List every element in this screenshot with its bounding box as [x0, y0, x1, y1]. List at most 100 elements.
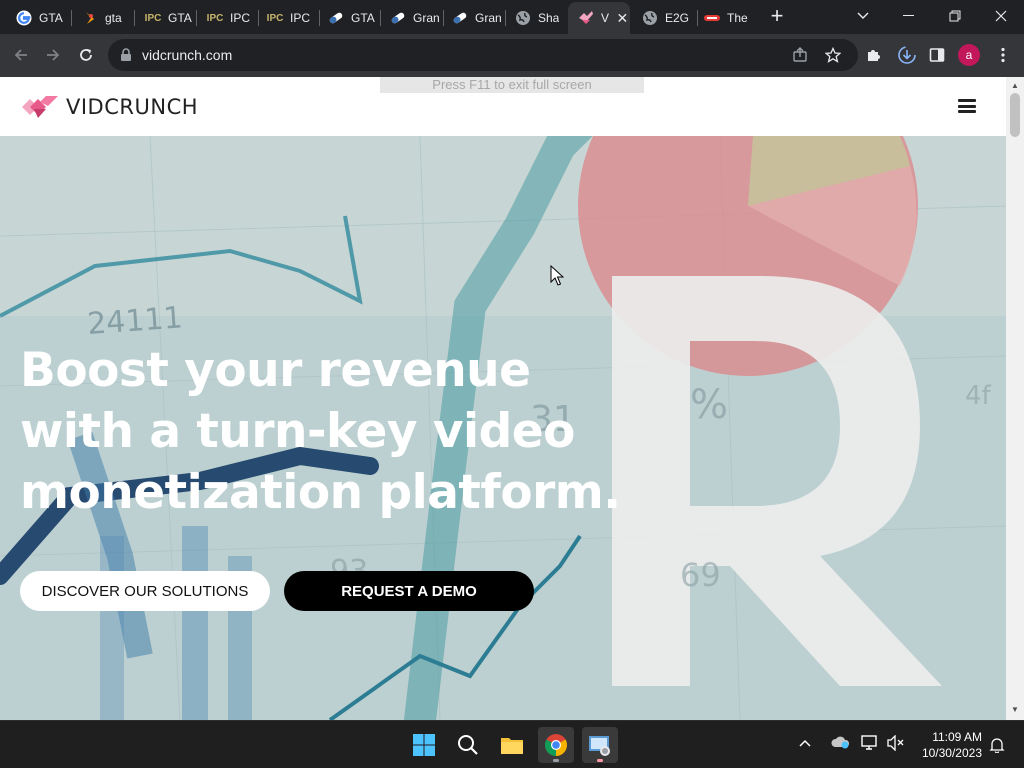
- site-logo[interactable]: VIDCRUNCH: [22, 94, 198, 120]
- start-button[interactable]: [406, 727, 442, 763]
- volume-muted-icon: [887, 734, 904, 752]
- tab-4[interactable]: IPC IPC: [197, 4, 255, 32]
- scroll-down-arrow-icon[interactable]: ▼: [1011, 705, 1019, 714]
- tab-title: E2G: [665, 11, 690, 25]
- pill-icon: [328, 10, 344, 26]
- lock-icon[interactable]: [120, 48, 132, 62]
- tab-search-button[interactable]: [840, 0, 886, 32]
- tab-title: GTA: [39, 11, 63, 25]
- discover-solutions-button[interactable]: DISCOVER OUR SOLUTIONS: [20, 571, 270, 611]
- tab-3[interactable]: IPC GTA: [135, 4, 193, 32]
- arrow-right-icon: [47, 49, 60, 61]
- hero-headline: Boost your revenue with a turn-key video…: [20, 340, 640, 523]
- tab-title: Gran: [475, 11, 502, 25]
- onedrive-tray-button[interactable]: [830, 735, 850, 754]
- menu-button[interactable]: [988, 40, 1018, 70]
- headline-line-2: with a turn-key video: [20, 404, 575, 459]
- tab-title: V: [601, 11, 610, 25]
- scrollbar-thumb[interactable]: [1010, 93, 1020, 137]
- tab-title: Gran: [413, 11, 440, 25]
- gta-icon: [82, 10, 98, 26]
- bookmark-star-icon[interactable]: [825, 47, 841, 63]
- restore-button[interactable]: [932, 0, 978, 32]
- search-button[interactable]: [450, 727, 486, 763]
- page-scrollbar[interactable]: ▲ ▼: [1006, 77, 1024, 720]
- side-panel-button[interactable]: [922, 40, 952, 70]
- clock-time: 11:09 AM: [932, 730, 982, 744]
- tab-title: Sha: [538, 11, 560, 25]
- tab-title: IPC: [290, 11, 311, 25]
- chrome-icon: [545, 734, 567, 756]
- reload-button[interactable]: [71, 40, 101, 70]
- tab-11[interactable]: E2G: [632, 4, 694, 32]
- tab-title: GTA: [351, 11, 375, 25]
- hamburger-menu-icon[interactable]: [958, 99, 976, 113]
- pill-icon: [390, 10, 406, 26]
- close-window-button[interactable]: [978, 0, 1024, 32]
- back-button[interactable]: [6, 40, 36, 70]
- bg-percent: %: [690, 382, 728, 428]
- arrow-left-icon: [14, 49, 27, 61]
- tab-8[interactable]: Gran: [442, 4, 502, 32]
- profile-avatar[interactable]: a: [958, 44, 980, 66]
- show-hidden-icons-button[interactable]: [798, 735, 812, 753]
- tab-title: IPC: [230, 11, 251, 25]
- tab-12[interactable]: The: [694, 4, 756, 32]
- bg-number-24111: 24111: [86, 300, 184, 342]
- windows-logo-icon: [413, 734, 435, 756]
- share-icon[interactable]: [792, 47, 808, 63]
- tab-title: The: [727, 11, 748, 25]
- new-tab-button[interactable]: +: [764, 5, 790, 29]
- globe-icon: [642, 10, 658, 26]
- brand-name: VIDCRUNCH: [66, 95, 199, 119]
- close-icon: [995, 10, 1007, 22]
- tab-5[interactable]: IPC IPC: [257, 4, 317, 32]
- taskbar-clock[interactable]: 11:09 AM 10/30/2023: [916, 729, 982, 761]
- tab-6[interactable]: GTA: [318, 4, 378, 32]
- tab-title: gta: [105, 11, 122, 25]
- puzzle-icon: [868, 50, 880, 61]
- forward-button[interactable]: [38, 40, 68, 70]
- app-window-icon: [589, 736, 610, 756]
- page-viewport: VIDCRUNCH Press F11 to exit full screen: [0, 77, 1006, 720]
- bg-number-4f: 4f: [965, 381, 992, 411]
- chevron-down-icon: [857, 12, 869, 19]
- address-bar[interactable]: vidcrunch.com: [108, 39, 858, 71]
- browser-tab-strip: GTA gta IPC GTA IPC IPC IPC IPC GTA Gran: [0, 0, 1024, 34]
- notifications-button[interactable]: [989, 737, 1005, 758]
- globe-icon: [515, 10, 531, 26]
- red-logo-icon: [704, 10, 720, 26]
- download-icon: [898, 46, 916, 64]
- browser-toolbar: vidcrunch.com a: [0, 34, 1024, 77]
- minimize-button[interactable]: [886, 0, 932, 32]
- close-tab-icon[interactable]: ✕: [615, 10, 630, 27]
- tab-active-vidcrunch[interactable]: V ✕: [568, 2, 630, 34]
- tab-2[interactable]: gta: [72, 4, 132, 32]
- volume-tray-button[interactable]: [887, 734, 905, 756]
- kebab-menu-icon: [1001, 47, 1005, 63]
- request-demo-button[interactable]: REQUEST A DEMO: [284, 571, 534, 611]
- restore-icon: [949, 10, 961, 22]
- tab-title: GTA: [168, 11, 192, 25]
- bg-number-69: 69: [680, 556, 721, 594]
- downloads-button[interactable]: [892, 40, 922, 70]
- file-explorer-button[interactable]: [494, 727, 530, 763]
- ipc-games-icon: IPC: [266, 12, 284, 24]
- network-tray-button[interactable]: [860, 735, 880, 756]
- url-text[interactable]: vidcrunch.com: [142, 47, 232, 63]
- headline-line-3: monetization platform.: [20, 465, 621, 520]
- running-indicator: [553, 759, 559, 762]
- chevron-up-icon: [799, 739, 811, 747]
- extensions-button[interactable]: [858, 40, 888, 70]
- side-panel-icon: [929, 48, 945, 62]
- chrome-taskbar-button[interactable]: [538, 727, 574, 763]
- tab-7[interactable]: Gran: [380, 4, 440, 32]
- scroll-up-arrow-icon[interactable]: ▲: [1011, 81, 1019, 90]
- reload-icon: [80, 49, 92, 61]
- tab-9[interactable]: Sha: [505, 4, 565, 32]
- search-icon: [458, 735, 478, 755]
- vidcrunch-logo-icon: [22, 96, 58, 118]
- app-taskbar-button[interactable]: [582, 727, 618, 763]
- tab-1[interactable]: GTA: [6, 4, 68, 32]
- windows-taskbar: 11:09 AM 10/30/2023: [0, 720, 1024, 768]
